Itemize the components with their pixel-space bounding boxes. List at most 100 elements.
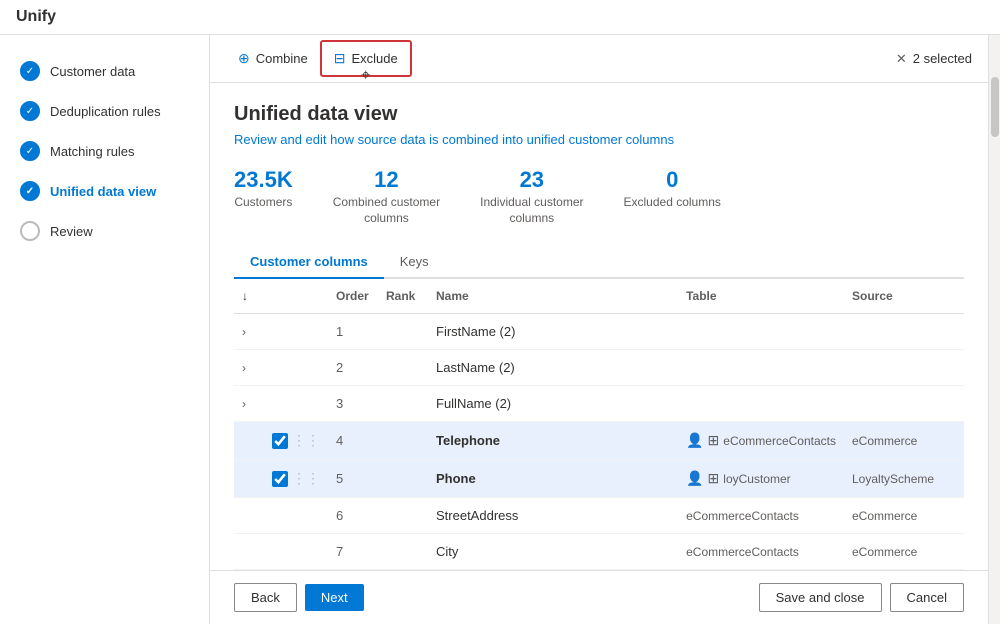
expand-cell[interactable]: ›: [234, 314, 264, 350]
source-cell: eCommerce: [844, 498, 964, 534]
combine-button[interactable]: ⊕ Combine: [226, 42, 320, 75]
row-checkbox[interactable]: [272, 433, 288, 449]
table-cell: eCommerceContacts: [678, 498, 844, 534]
order-cell: 5: [328, 460, 378, 498]
selected-badge: ✕ 2 selected: [896, 51, 972, 67]
step-icon-deduplication-rules: ✓: [20, 101, 40, 121]
stat-combined-label: Combined customercolumns: [333, 195, 440, 226]
col-header-checkbox: [264, 279, 328, 314]
table-name: loyCustomer: [723, 472, 790, 486]
expand-cell[interactable]: ›: [234, 350, 264, 386]
sidebar-item-deduplication-rules[interactable]: ✓ Deduplication rules: [0, 91, 209, 131]
name-cell: Telephone: [428, 422, 678, 460]
source-cell: [844, 350, 964, 386]
drag-handle-icon[interactable]: ⋮⋮: [292, 470, 320, 487]
save-close-button[interactable]: Save and close: [759, 583, 882, 612]
col-header-source: Source: [844, 279, 964, 314]
name-cell: StreetAddress: [428, 498, 678, 534]
name-cell: LastName (2): [428, 350, 678, 386]
order-cell: 1: [328, 314, 378, 350]
step-icon-matching-rules: ✓: [20, 141, 40, 161]
source-cell: eCommerce: [844, 534, 964, 570]
exclude-btn-wrapper: ⊟ Exclude ⌖: [320, 40, 412, 77]
row-name: StreetAddress: [436, 508, 518, 523]
col-header-order: Order: [328, 279, 378, 314]
page-content: Unified data view Review and edit how so…: [210, 83, 988, 570]
sidebar-label-unified-data-view: Unified data view: [50, 184, 156, 199]
source-cell: eCommerce: [844, 422, 964, 460]
next-button[interactable]: Next: [305, 584, 364, 611]
page-subtitle: Review and edit how source data is combi…: [234, 132, 964, 147]
table-row: › 1 FirstName (2): [234, 314, 964, 350]
data-table: ↓ Order Rank Name Table Source: [234, 279, 964, 570]
table-icons: 👤 ⊞ eCommerceContacts: [686, 432, 836, 449]
scrollbar[interactable]: [988, 35, 1000, 624]
checkbox-cell: [264, 314, 328, 350]
expand-cell: [234, 534, 264, 570]
stat-customers-value: 23.5K: [234, 167, 293, 193]
table-icons: 👤 ⊞ loyCustomer: [686, 470, 836, 487]
row-name: Phone: [436, 471, 476, 486]
app-header: Unify: [0, 0, 1000, 35]
col-header-expand: ↓: [234, 279, 264, 314]
footer-right: Save and close Cancel: [759, 583, 964, 612]
tab-keys[interactable]: Keys: [384, 246, 445, 279]
table-cell: eCommerceContacts: [678, 534, 844, 570]
expand-cell: [234, 422, 264, 460]
scrollbar-thumb[interactable]: [991, 77, 999, 137]
expand-cell: [234, 460, 264, 498]
close-icon[interactable]: ✕: [896, 51, 907, 67]
step-icon-unified-data-view: ✓: [20, 181, 40, 201]
row-checkbox[interactable]: [272, 471, 288, 487]
expand-button[interactable]: ›: [242, 361, 246, 375]
table-row: › 2 LastName (2): [234, 350, 964, 386]
expand-button[interactable]: ›: [242, 397, 246, 411]
sidebar-item-customer-data[interactable]: ✓ Customer data: [0, 51, 209, 91]
footer: Back Next Save and close Cancel: [210, 570, 988, 624]
drag-handle-icon[interactable]: ⋮⋮: [292, 432, 320, 449]
row-name: FullName (2): [436, 396, 511, 411]
sidebar: ✓ Customer data ✓ Deduplication rules ✓ …: [0, 35, 210, 624]
expand-cell: [234, 498, 264, 534]
name-cell: FirstName (2): [428, 314, 678, 350]
order-cell: 7: [328, 534, 378, 570]
col-header-rank: Rank: [378, 279, 428, 314]
step-icon-review: [20, 221, 40, 241]
step-icon-customer-data: ✓: [20, 61, 40, 81]
person-icon: 👤: [686, 432, 703, 449]
stat-individual-label: Individual customercolumns: [480, 195, 583, 226]
back-button[interactable]: Back: [234, 583, 297, 612]
source-cell: LoyaltyScheme: [844, 460, 964, 498]
checkbox-cell: [264, 386, 328, 422]
order-cell: 2: [328, 350, 378, 386]
person-icon: 👤: [686, 470, 703, 487]
order-cell: 4: [328, 422, 378, 460]
checkbox-cell[interactable]: ⋮⋮: [264, 422, 328, 460]
rank-cell: [378, 422, 428, 460]
expand-button[interactable]: ›: [242, 325, 246, 339]
stat-individual-value: 23: [480, 167, 583, 193]
table-cell: [678, 350, 844, 386]
tab-row: Customer columns Keys: [234, 246, 964, 279]
merge-icon: ⊞: [708, 432, 720, 449]
tab-customer-columns[interactable]: Customer columns: [234, 246, 384, 279]
exclude-button[interactable]: ⊟ Exclude: [322, 42, 410, 75]
exclude-label: Exclude: [352, 51, 398, 66]
col-header-table: Table: [678, 279, 844, 314]
sidebar-item-review[interactable]: Review: [0, 211, 209, 251]
sidebar-item-matching-rules[interactable]: ✓ Matching rules: [0, 131, 209, 171]
stat-customers-label: Customers: [234, 195, 293, 211]
app-title: Unify: [16, 8, 56, 25]
stats-row: 23.5K Customers 12 Combined customercolu…: [234, 167, 964, 226]
checkbox-cell: [264, 534, 328, 570]
expand-cell[interactable]: ›: [234, 386, 264, 422]
stat-excluded-label: Excluded columns: [624, 195, 721, 211]
checkbox-cell: [264, 498, 328, 534]
table-cell: 👤 ⊞ eCommerceContacts: [678, 422, 844, 460]
sidebar-label-review: Review: [50, 224, 93, 239]
table-row: 7 City eCommerceContacts eCommerce: [234, 534, 964, 570]
sidebar-item-unified-data-view[interactable]: ✓ Unified data view: [0, 171, 209, 211]
cancel-button[interactable]: Cancel: [890, 583, 964, 612]
checkbox-cell[interactable]: ⋮⋮: [264, 460, 328, 498]
toolbar: ⊕ Combine ⊟ Exclude ⌖ ✕ 2 selected: [210, 35, 988, 83]
